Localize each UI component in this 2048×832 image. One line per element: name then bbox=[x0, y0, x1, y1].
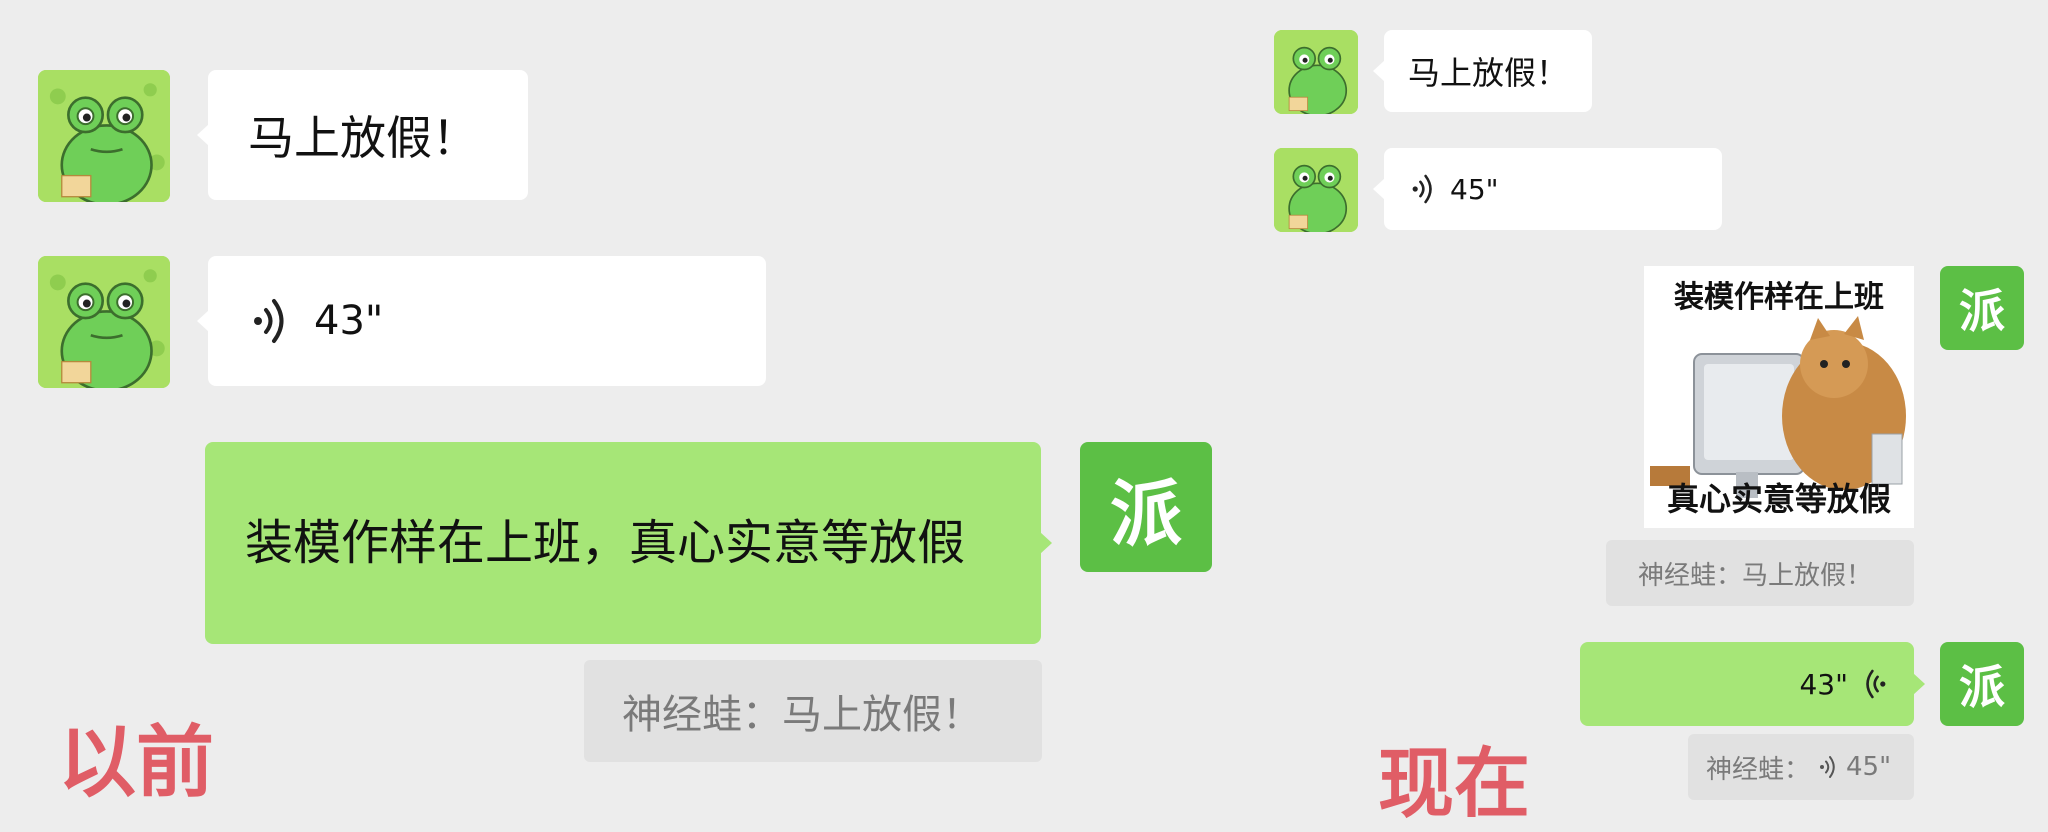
frog-icon bbox=[1274, 30, 1358, 114]
frog-icon bbox=[1274, 148, 1358, 232]
self-avatar[interactable]: 派 bbox=[1940, 266, 2024, 350]
quote-text: 神经蛙：马上放假！ bbox=[1638, 560, 1873, 591]
voice-duration: 43" bbox=[1799, 667, 1848, 701]
sent-voice-bubble[interactable]: 43" bbox=[1580, 642, 1914, 726]
message-text: 马上放假！ bbox=[248, 111, 478, 165]
avatar-char: 派 bbox=[1959, 660, 2005, 714]
quoted-message[interactable]: 神经蛙：马上放假！ bbox=[1606, 540, 1914, 606]
quoted-message[interactable]: 神经蛙：马上放假！ bbox=[584, 660, 1042, 762]
label-before: 以前 bbox=[58, 718, 215, 808]
voice-wave-icon bbox=[254, 299, 284, 343]
quote-duration: 45" bbox=[1846, 752, 1892, 782]
sticker-caption-bottom: 真心实意等放假 bbox=[1666, 480, 1891, 518]
sticker-image[interactable]: 装模作样在上班 真心实意等放假 bbox=[1644, 266, 1914, 528]
frog-avatar[interactable] bbox=[38, 256, 170, 388]
self-avatar[interactable]: 派 bbox=[1940, 642, 2024, 726]
voice-wave-icon bbox=[1866, 669, 1886, 699]
self-avatar[interactable]: 派 bbox=[1080, 442, 1212, 572]
quote-prefix: 神经蛙： bbox=[1706, 754, 1811, 785]
avatar-char: 派 bbox=[1109, 470, 1182, 556]
quoted-voice-message[interactable]: 神经蛙： 45" bbox=[1688, 734, 1914, 800]
received-voice-bubble[interactable]: 45" bbox=[1384, 148, 1722, 230]
frog-avatar[interactable] bbox=[1274, 30, 1358, 114]
quote-text: 神经蛙：马上放假！ bbox=[622, 692, 982, 738]
sent-text-bubble[interactable]: 装模作样在上班，真心实意等放假 bbox=[205, 442, 1041, 644]
voice-duration: 43" bbox=[314, 298, 384, 344]
received-text-bubble[interactable]: 马上放假！ bbox=[208, 70, 528, 200]
message-text: 装模作样在上班，真心实意等放假 bbox=[245, 515, 966, 571]
frog-avatar[interactable] bbox=[1274, 148, 1358, 232]
voice-wave-icon bbox=[1820, 756, 1835, 778]
received-voice-bubble[interactable]: 43" bbox=[208, 256, 766, 386]
received-text-bubble[interactable]: 马上放假！ bbox=[1384, 30, 1592, 112]
frog-icon bbox=[38, 256, 170, 388]
avatar-char: 派 bbox=[1959, 284, 2005, 338]
frog-icon bbox=[38, 70, 170, 202]
label-now: 现在 bbox=[1378, 739, 1530, 828]
voice-duration: 45" bbox=[1450, 172, 1499, 206]
message-text: 马上放假！ bbox=[1408, 54, 1569, 92]
frog-avatar[interactable] bbox=[38, 70, 170, 202]
voice-wave-icon bbox=[1412, 174, 1432, 204]
